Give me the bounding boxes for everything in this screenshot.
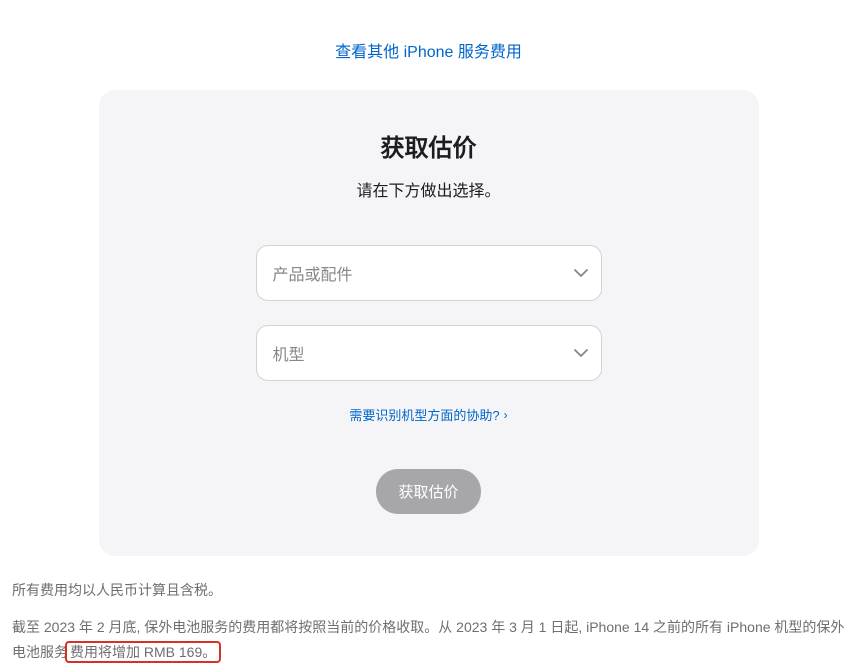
- get-estimate-button[interactable]: 获取估价: [376, 469, 480, 514]
- card-title: 获取估价: [129, 128, 729, 163]
- disclaimer-tax: 所有费用均以人民币计算且含税。: [12, 578, 845, 603]
- card-subtitle: 请在下方做出选择。: [129, 177, 729, 201]
- other-services-link[interactable]: 查看其他 iPhone 服务费用: [335, 44, 522, 61]
- disclaimer-price-change: 截至 2023 年 2 月底, 保外电池服务的费用都将按照当前的价格收取。从 2…: [12, 615, 845, 665]
- product-select[interactable]: 产品或配件: [256, 245, 602, 301]
- footer-disclaimer: 所有费用均以人民币计算且含税。 截至 2023 年 2 月底, 保外电池服务的费…: [0, 556, 857, 666]
- estimate-card: 获取估价 请在下方做出选择。 产品或配件 机型 需要识别机型方面的协助? › 获…: [99, 90, 759, 556]
- identify-model-help-link[interactable]: 需要识别机型方面的协助? ›: [349, 405, 507, 424]
- highlighted-price-increase: 费用将增加 RMB 169。: [65, 641, 221, 663]
- help-link-text: 需要识别机型方面的协助?: [349, 405, 499, 424]
- chevron-right-icon: ›: [504, 408, 508, 422]
- model-select[interactable]: 机型: [256, 325, 602, 381]
